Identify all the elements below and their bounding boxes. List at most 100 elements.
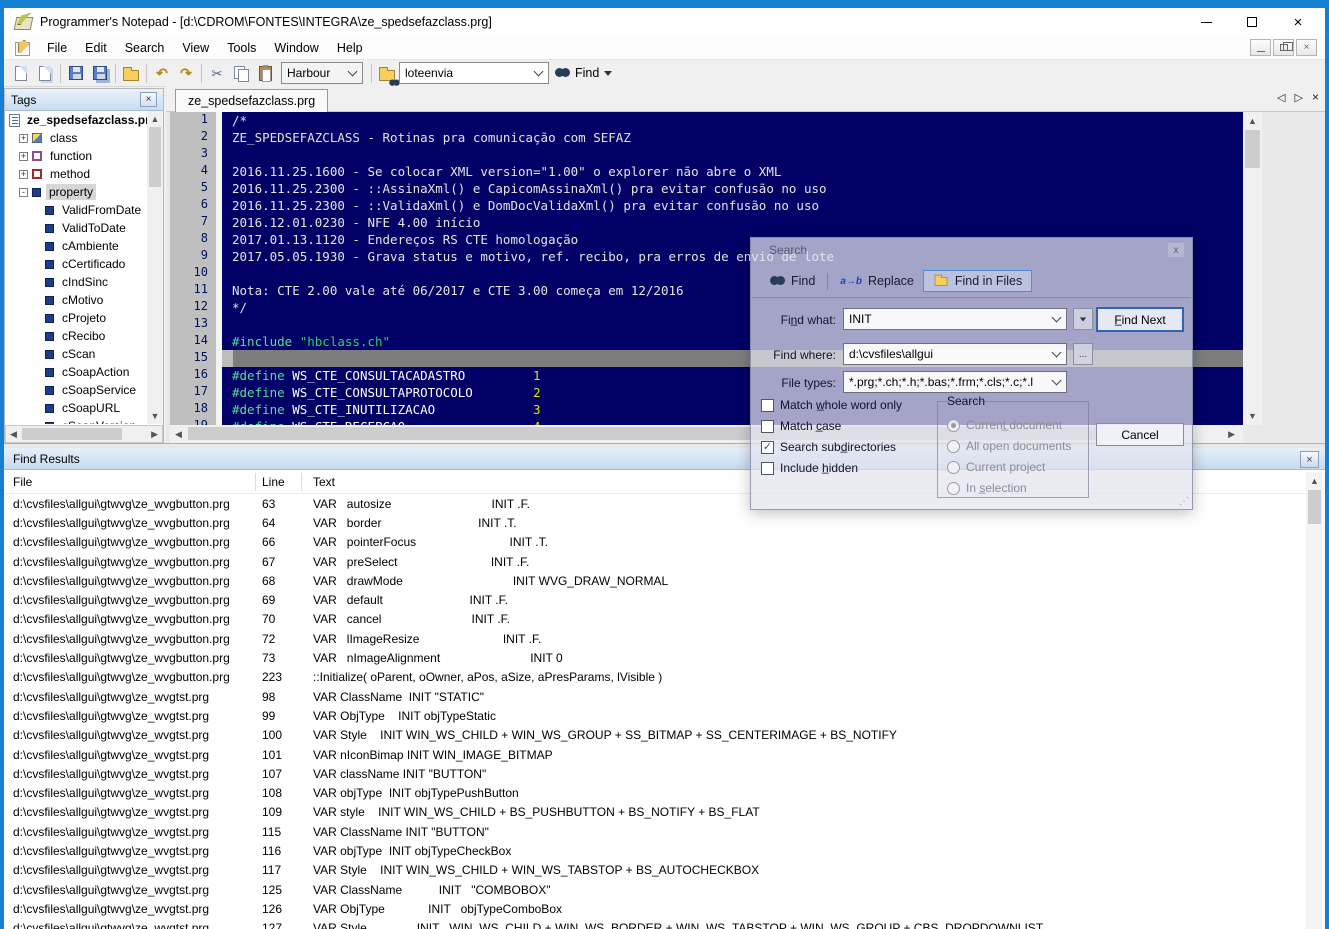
scroll-right-icon[interactable]: ▶ (1228, 429, 1235, 440)
scroll-down-icon[interactable]: ▼ (1243, 411, 1262, 421)
tags-item-cRecibo[interactable]: cRecibo (5, 327, 147, 345)
result-row[interactable]: d:\cvsfiles\allgui\gtwvg\ze_wvgtst.prg11… (4, 822, 1304, 841)
undo-button[interactable]: ↶ (150, 62, 174, 85)
tags-group-method[interactable]: +method (5, 165, 147, 183)
find-where-combobox[interactable]: d:\cvsfiles\allgui (843, 343, 1067, 365)
result-row[interactable]: d:\cvsfiles\allgui\gtwvg\ze_wvgtst.prg10… (4, 783, 1304, 802)
new-project-button[interactable] (119, 62, 143, 85)
tags-vertical-scrollbar[interactable]: ▲ ▼ (147, 111, 163, 424)
find-what-combobox[interactable]: INIT (843, 308, 1067, 330)
browse-folder-button[interactable]: ... (1073, 343, 1093, 365)
maximize-button[interactable] (1229, 8, 1275, 36)
match-case-checkbox[interactable]: Match c̲ase (761, 419, 841, 433)
expand-plus-icon[interactable]: + (19, 152, 28, 161)
cancel-button[interactable]: Cancel (1096, 423, 1184, 446)
result-row[interactable]: d:\cvsfiles\allgui\gtwvg\ze_wvgtst.prg11… (4, 861, 1304, 880)
tags-root-item[interactable]: ze_spedsefazclass.prg (5, 111, 147, 129)
resize-grip-icon[interactable]: ⋰ (1179, 496, 1189, 507)
tags-item-cCertificado[interactable]: cCertificado (5, 255, 147, 273)
scroll-left-icon[interactable]: ◀ (10, 429, 17, 440)
code-line[interactable]: 2016.11.25.2300 - ::ValidaXml() e DomDoc… (222, 197, 1243, 214)
tags-scroll-thumb[interactable] (149, 127, 161, 187)
save-all-button[interactable] (88, 62, 112, 85)
expand-plus-icon[interactable]: + (19, 170, 28, 179)
include-hidden-checkbox[interactable]: Include h̲idden (761, 461, 858, 475)
expand-plus-icon[interactable]: + (19, 134, 28, 143)
result-row[interactable]: d:\cvsfiles\allgui\gtwvg\ze_wvgbutton.pr… (4, 513, 1304, 532)
editor-vertical-scrollbar[interactable]: ▲ ▼ (1243, 112, 1262, 425)
scroll-down-icon[interactable]: ▼ (147, 411, 163, 421)
column-line[interactable]: Line (256, 473, 302, 491)
tags-item-cMotivo[interactable]: cMotivo (5, 291, 147, 309)
tab-find[interactable]: Find (761, 271, 824, 291)
result-row[interactable]: d:\cvsfiles\allgui\gtwvg\ze_wvgtst.prg98… (4, 687, 1304, 706)
find-in-files-button[interactable] (375, 62, 399, 85)
tags-panel-close-button[interactable]: × (140, 92, 157, 107)
tab-ze-spedsefazclass[interactable]: ze_spedsefazclass.prg (175, 89, 328, 112)
tags-item-cSoapService[interactable]: cSoapService (5, 381, 147, 399)
tab-close-icon[interactable]: × (1312, 90, 1319, 104)
scroll-left-icon[interactable]: ◀ (175, 429, 182, 440)
menu-file[interactable]: File (38, 38, 76, 58)
scroll-up-icon[interactable]: ▲ (147, 114, 163, 124)
tags-item-ValidToDate[interactable]: ValidToDate (5, 219, 147, 237)
results-scroll-thumb[interactable] (1308, 490, 1321, 524)
tags-hscroll-thumb[interactable] (22, 428, 122, 440)
result-row[interactable]: d:\cvsfiles\allgui\gtwvg\ze_wvgtst.prg12… (4, 899, 1304, 918)
menu-help[interactable]: Help (328, 38, 372, 58)
editor-scroll-thumb[interactable] (1245, 130, 1260, 168)
radio-current-project[interactable]: Current project (947, 460, 1045, 474)
result-row[interactable]: d:\cvsfiles\allgui\gtwvg\ze_wvgtst.prg10… (4, 745, 1304, 764)
code-line[interactable]: 2016.12.01.0230 - NFE 4.00 início (222, 214, 1243, 231)
search-dialog-close-button[interactable]: x (1168, 243, 1184, 257)
scheme-combobox[interactable]: Harbour (281, 62, 363, 84)
cut-button[interactable]: ✂ (205, 62, 229, 85)
code-line[interactable]: 2016.11.25.2300 - ::AssinaXml() e Capico… (222, 180, 1243, 197)
column-file[interactable]: File (4, 473, 256, 491)
tags-item-cScan[interactable]: cScan (5, 345, 147, 363)
paste-button[interactable] (253, 62, 277, 85)
minimize-button[interactable] (1183, 8, 1229, 36)
result-row[interactable]: d:\cvsfiles\allgui\gtwvg\ze_wvgtst.prg12… (4, 919, 1304, 929)
tags-item-ValidFromDate[interactable]: ValidFromDate (5, 201, 147, 219)
match-whole-word-checkbox[interactable]: Match w̲hole word only (761, 398, 902, 412)
code-line[interactable] (222, 146, 1243, 163)
copy-button[interactable] (229, 62, 253, 85)
result-row[interactable]: d:\cvsfiles\allgui\gtwvg\ze_wvgtst.prg11… (4, 841, 1304, 860)
result-row[interactable]: d:\cvsfiles\allgui\gtwvg\ze_wvgtst.prg99… (4, 706, 1304, 725)
code-line[interactable]: /* (222, 112, 1243, 129)
tab-scroll-right-icon[interactable]: ▷ (1295, 91, 1303, 104)
result-row[interactable]: d:\cvsfiles\allgui\gtwvg\ze_wvgbutton.pr… (4, 648, 1304, 667)
collapse-minus-icon[interactable]: - (19, 188, 28, 197)
radio-all-open-documents[interactable]: All open documents (947, 439, 1071, 453)
result-row[interactable]: d:\cvsfiles\allgui\gtwvg\ze_wvgbutton.pr… (4, 552, 1304, 571)
results-vertical-scrollbar[interactable]: ▲ (1306, 472, 1323, 929)
result-row[interactable]: d:\cvsfiles\allgui\gtwvg\ze_wvgbutton.pr… (4, 668, 1304, 687)
code-line[interactable]: 2016.11.25.1600 - Se colocar XML version… (222, 163, 1243, 180)
tags-horizontal-scrollbar[interactable]: ◀ ▶ (5, 425, 163, 443)
redo-button[interactable]: ↷ (174, 62, 198, 85)
result-row[interactable]: d:\cvsfiles\allgui\gtwvg\ze_wvgtst.prg10… (4, 764, 1304, 783)
save-button[interactable] (64, 62, 88, 85)
scroll-right-icon[interactable]: ▶ (151, 429, 158, 440)
file-types-combobox[interactable]: *.prg;*.ch;*.h;*.bas;*.frm;*.cls;*.c;*.l (843, 371, 1067, 393)
mdi-restore-button[interactable] (1273, 39, 1294, 56)
find-toolbar-button[interactable]: Find (549, 66, 618, 80)
result-row[interactable]: d:\cvsfiles\allgui\gtwvg\ze_wvgbutton.pr… (4, 610, 1304, 629)
tags-item-cSoapAction[interactable]: cSoapAction (5, 363, 147, 381)
radio-in-selection[interactable]: In s̲election (947, 481, 1027, 495)
result-row[interactable]: d:\cvsfiles\allgui\gtwvg\ze_wvgtst.prg10… (4, 803, 1304, 822)
tags-item-cSoapURL[interactable]: cSoapURL (5, 399, 147, 417)
tags-group-class[interactable]: +class (5, 129, 147, 147)
result-row[interactable]: d:\cvsfiles\allgui\gtwvg\ze_wvgbutton.pr… (4, 533, 1304, 552)
close-button[interactable]: × (1275, 8, 1321, 36)
tab-find-in-files[interactable]: Find in Files (923, 270, 1032, 292)
result-row[interactable]: d:\cvsfiles\allgui\gtwvg\ze_wvgtst.prg10… (4, 726, 1304, 745)
result-row[interactable]: d:\cvsfiles\allgui\gtwvg\ze_wvgtst.prg12… (4, 880, 1304, 899)
scroll-up-icon[interactable]: ▲ (1306, 476, 1323, 486)
find-next-button[interactable]: F̲ind Next (1096, 307, 1184, 332)
scroll-up-icon[interactable]: ▲ (1243, 116, 1262, 126)
tab-scroll-left-icon[interactable]: ◁ (1277, 91, 1285, 104)
find-what-special-button[interactable] (1073, 308, 1093, 330)
tags-item-cProjeto[interactable]: cProjeto (5, 309, 147, 327)
